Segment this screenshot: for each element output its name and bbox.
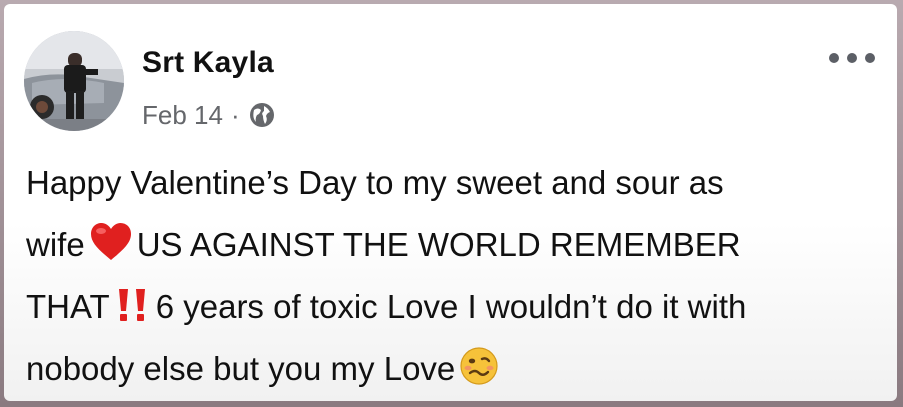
post-text-segment: THAT: [26, 288, 110, 325]
author-name[interactable]: Srt Kayla: [142, 46, 274, 80]
more-options-dot: [865, 53, 875, 63]
post-meta: Feb 14 ·: [142, 98, 276, 132]
more-options-dot: [829, 53, 839, 63]
post-text-line: THAT 6 years of toxic Love I wouldn’t do…: [26, 276, 876, 338]
post-text-segment: Happy Valentine’s Day to my sweet and so…: [26, 164, 724, 201]
post-text-segment: wife: [26, 226, 85, 263]
more-options-button[interactable]: [829, 48, 875, 68]
post-text-line: wife US AGAINST THE WORLD REMEMBER: [26, 214, 876, 276]
meta-separator: ·: [230, 99, 240, 130]
post-date[interactable]: Feb 14: [142, 100, 223, 131]
post-text-segment: nobody else but you my Love: [26, 350, 456, 387]
post-card: Srt Kayla Feb 14 · Happy Valentine’s Day…: [4, 4, 897, 401]
post-text: Happy Valentine’s Day to my sweet and so…: [26, 152, 876, 400]
post-text-line: Happy Valentine’s Day to my sweet and so…: [26, 152, 876, 214]
globe-icon: [249, 103, 274, 127]
more-options-dot: [847, 53, 857, 63]
red-heart-emoji: [90, 223, 131, 260]
post-text-line: nobody else but you my Love: [26, 338, 876, 400]
post-text-segment: 6 years of toxic Love I wouldn’t do it w…: [155, 288, 747, 325]
avatar-photo: [24, 31, 124, 131]
double-exclamation-emoji: [118, 289, 145, 321]
avatar[interactable]: [24, 31, 124, 131]
post-text-segment: US AGAINST THE WORLD REMEMBER: [136, 226, 741, 263]
woozy-face-emoji: [460, 347, 498, 385]
